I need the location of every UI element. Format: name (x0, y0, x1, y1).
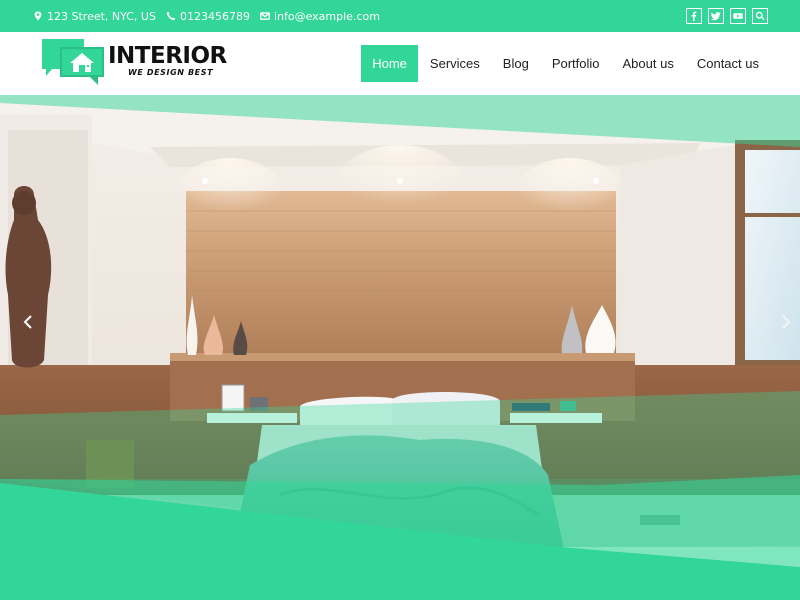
facebook-link[interactable] (686, 8, 702, 24)
address-text: 123 Street, NYC, US (47, 9, 156, 23)
nav-contact[interactable]: Contact us (686, 45, 770, 82)
address: 123 Street, NYC, US (33, 10, 156, 23)
slider-next-button[interactable] (776, 307, 796, 337)
slider-prev-button[interactable] (18, 307, 38, 337)
phone[interactable]: 0123456789 (166, 10, 250, 23)
nav-about[interactable]: About us (612, 45, 685, 82)
phone-text: 0123456789 (179, 9, 250, 23)
social-links (686, 8, 768, 24)
main-nav: Home Services Blog Portfolio About us Co… (360, 45, 770, 82)
hero-slider (0, 95, 800, 600)
nav-portfolio[interactable]: Portfolio (541, 45, 611, 82)
brand-tagline: WE DESIGN BEST (128, 67, 214, 77)
email-text: info@example.com (273, 9, 380, 23)
nav-blog[interactable]: Blog (492, 45, 540, 82)
chevron-right-icon (782, 315, 791, 329)
youtube-icon (733, 13, 743, 19)
nav-home[interactable]: Home (361, 45, 418, 82)
facebook-icon (691, 11, 697, 21)
email[interactable]: info@example.com (260, 10, 380, 23)
contact-info: 123 Street, NYC, US 0123456789 info@exam… (33, 10, 390, 23)
house-chat-logo-icon (42, 39, 106, 85)
brand-text: INTERIOR WE DESIGN BEST (108, 44, 227, 77)
youtube-link[interactable] (730, 8, 746, 24)
site-header: INTERIOR WE DESIGN BEST Home Services Bl… (0, 32, 800, 95)
search-button[interactable] (752, 8, 768, 24)
bedroom-hero-image (0, 95, 800, 600)
chevron-left-icon (23, 315, 32, 329)
search-icon (755, 11, 765, 21)
phone-icon (166, 11, 176, 21)
brand-logo[interactable]: INTERIOR WE DESIGN BEST (42, 39, 227, 85)
twitter-link[interactable] (708, 8, 724, 24)
top-bar: 123 Street, NYC, US 0123456789 info@exam… (0, 0, 800, 32)
brand-title: INTERIOR (108, 42, 227, 69)
map-marker-icon (34, 11, 42, 21)
envelope-icon (260, 12, 270, 20)
twitter-icon (711, 12, 721, 21)
nav-services[interactable]: Services (419, 45, 491, 82)
